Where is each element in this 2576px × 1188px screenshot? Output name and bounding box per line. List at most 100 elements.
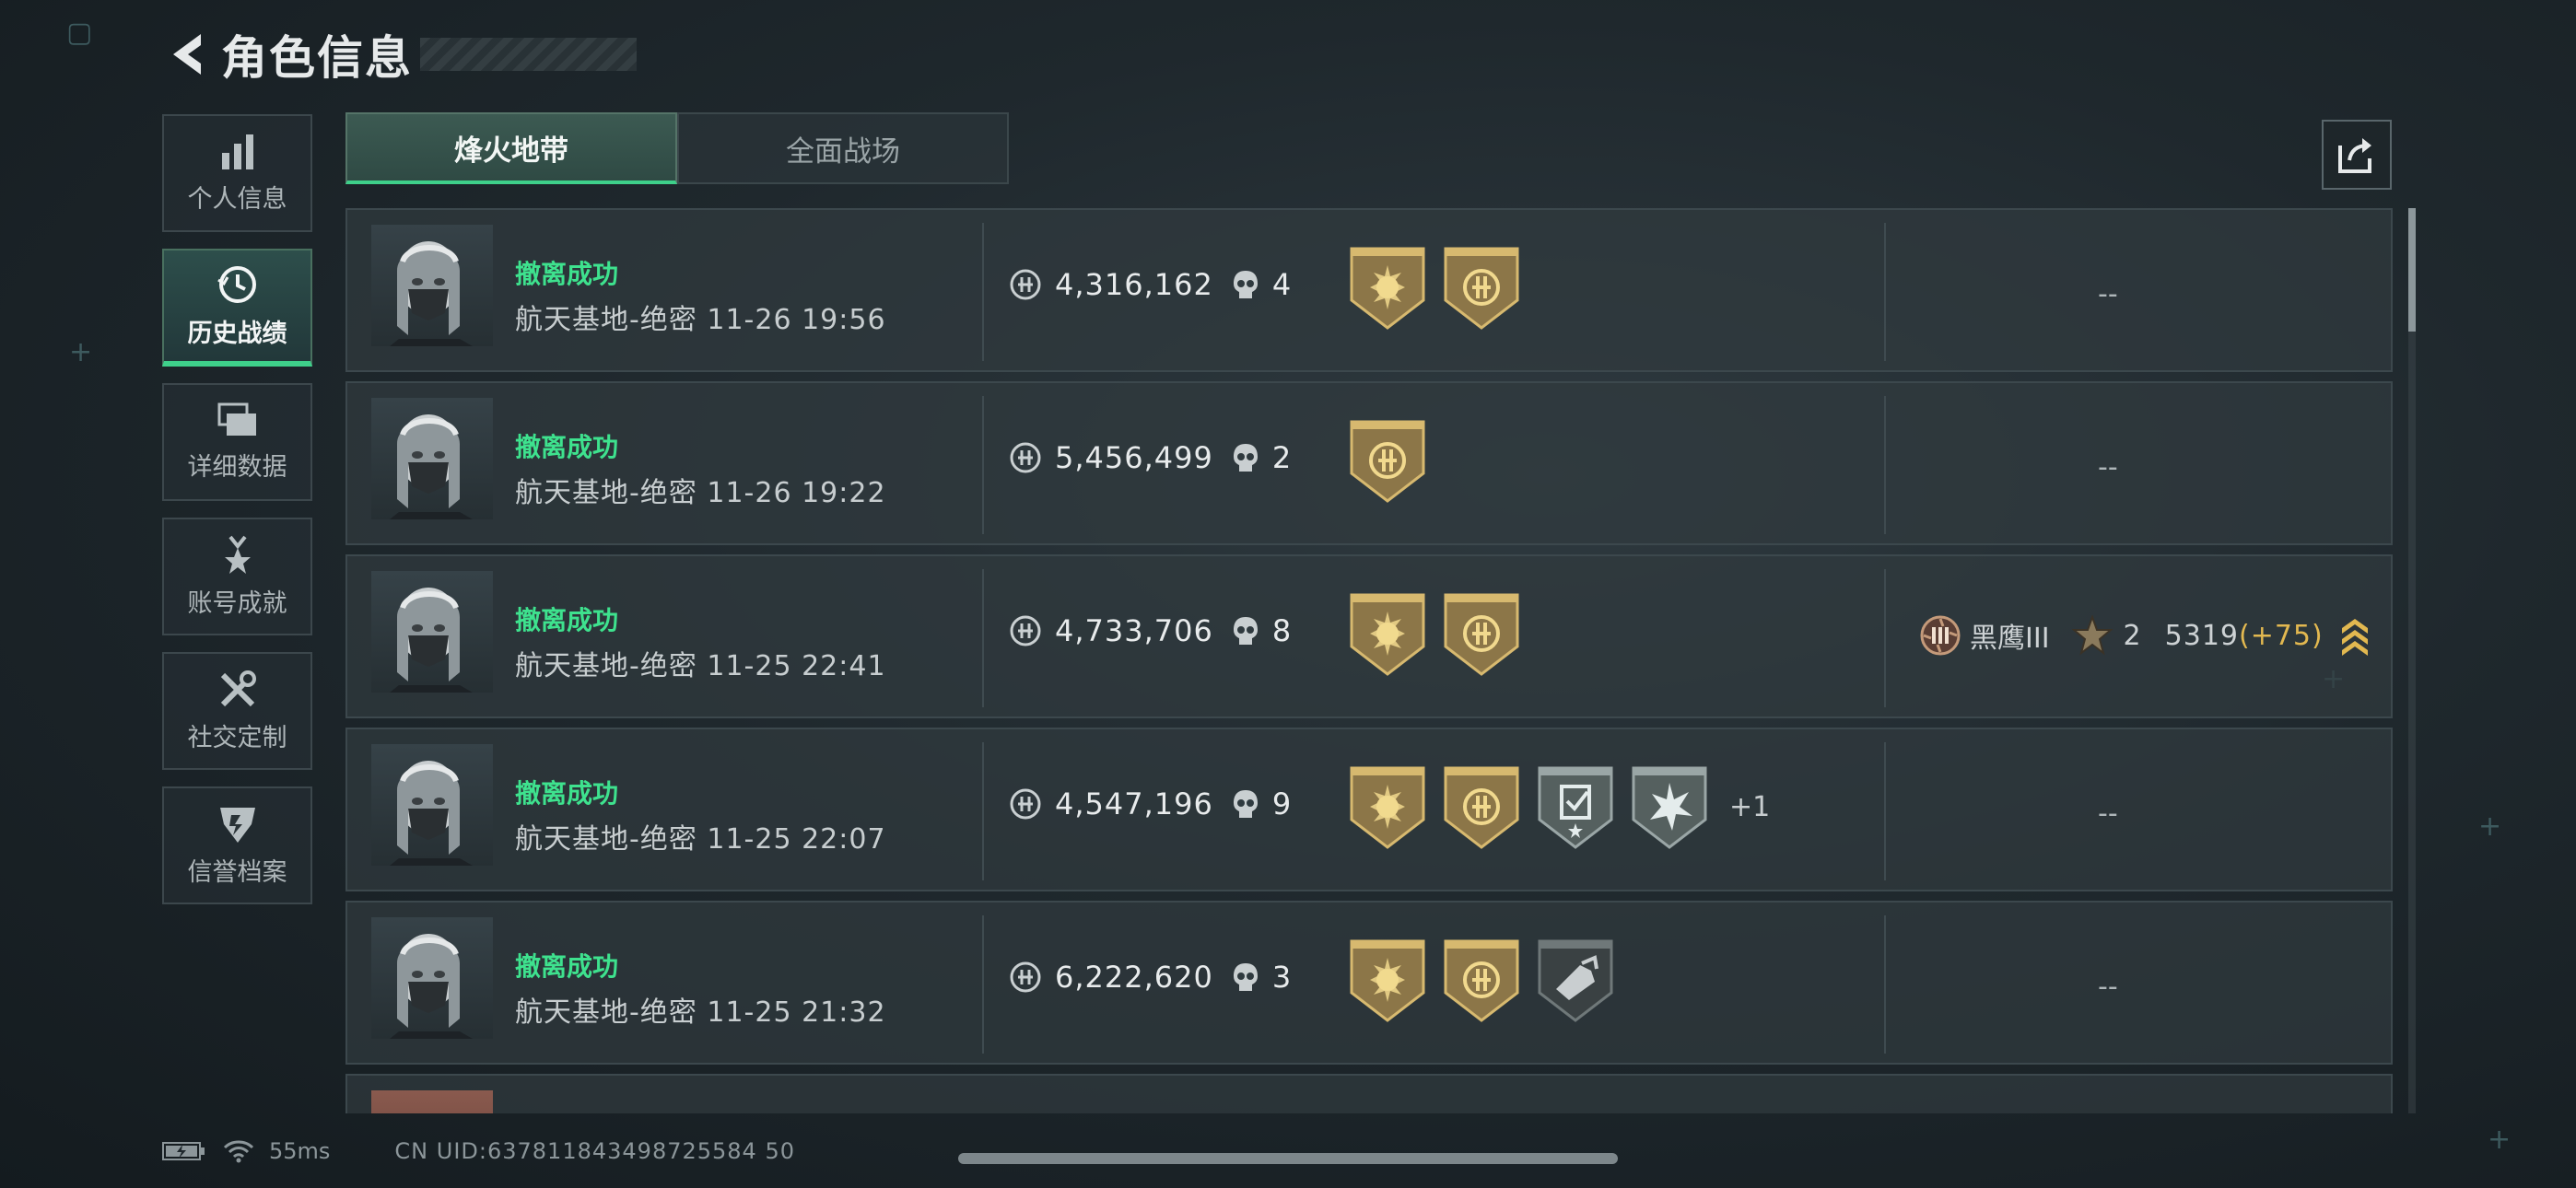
credit-shield-icon — [219, 807, 255, 843]
gold-emblem-badge-icon — [1444, 938, 1519, 1022]
sidebar-item-achievements[interactable]: 账号成就 — [162, 518, 312, 635]
sidebar-item-label: 详细数据 — [187, 452, 287, 482]
silver-burst-badge-icon — [1632, 764, 1707, 849]
star-icon — [2071, 615, 2113, 656]
kill-count: 4 — [1271, 267, 1292, 302]
rank-up-chevrons-icon — [2341, 619, 2368, 656]
list-item[interactable]: 撤离成功 航天基地-绝密 11-26 19:22 5,456,499 2 -- — [345, 381, 2393, 545]
gold-sun-badge-icon — [1350, 764, 1425, 849]
skull-icon — [1232, 961, 1259, 993]
sidebar-item-detail-data[interactable]: 详细数据 — [162, 383, 312, 501]
silver-clipboard-badge-icon — [1538, 764, 1613, 849]
page-header: 角色信息 — [162, 22, 637, 87]
gold-sun-badge-icon — [1350, 591, 1425, 676]
status-text: 撤离成功 — [515, 259, 619, 289]
coin-icon — [1009, 268, 1042, 301]
list-item[interactable]: 撤离成功 航天基地-绝密 11-25 21:32 6,222,620 3 -- — [345, 901, 2393, 1065]
kill-count: 8 — [1271, 613, 1292, 648]
gold-emblem-badge-icon — [1444, 591, 1519, 676]
mode-tabs: 烽火地带 全面战场 — [345, 112, 1009, 184]
avatar — [371, 225, 493, 346]
asset-value: 4,316,162 — [1055, 267, 1213, 302]
status-text: 撤离成功 — [515, 951, 619, 982]
gold-emblem-badge-icon — [1350, 418, 1425, 503]
badge-group: +1 — [1350, 764, 1770, 849]
badge-group — [1350, 418, 1444, 503]
map-time-text: 航天基地-绝密 11-25 22:41 — [515, 650, 886, 682]
avatar — [371, 398, 493, 519]
gold-sun-badge-icon — [1350, 245, 1425, 330]
sidebar-item-credit[interactable]: 信誉档案 — [162, 786, 312, 904]
rank-placeholder: -- — [2098, 971, 2118, 1003]
value-block: 6,222,620 3 — [1009, 960, 1291, 995]
coin-icon — [1009, 961, 1042, 994]
rank-emblem-icon — [1920, 615, 1961, 656]
divider — [1884, 223, 1886, 361]
match-history-list[interactable]: 撤离成功 航天基地-绝密 11-26 19:56 4,316,162 4 -- … — [345, 208, 2393, 1113]
tools-icon — [220, 670, 256, 706]
coin-icon — [1009, 441, 1042, 474]
map-time-text: 航天基地-绝密 11-26 19:22 — [515, 477, 886, 509]
bar-chart-icon — [221, 134, 253, 169]
data-cards-icon — [217, 402, 256, 436]
tab-full-battlefield[interactable]: 全面战场 — [677, 112, 1009, 184]
share-button[interactable] — [2322, 120, 2392, 190]
rank-score-delta: (+75) — [2239, 619, 2324, 652]
rank-placeholder: -- — [2098, 798, 2118, 830]
map-time-text: 航天基地-绝密 11-25 22:07 — [515, 823, 886, 856]
deco-plus-icon: + — [2478, 810, 2502, 843]
rank-score: 5319 — [2164, 619, 2239, 652]
home-indicator[interactable] — [958, 1153, 1618, 1164]
badge-group — [1350, 245, 1538, 330]
list-item[interactable]: 撤离成功 航天基地-绝密 11-26 19:56 4,316,162 4 -- — [345, 208, 2393, 372]
avatar — [371, 1090, 493, 1113]
value-block: 4,733,706 8 — [1009, 613, 1291, 648]
sidebar: 个人信息 历史战绩 详细数据 账号成就 社交定制 信誉档案 — [162, 114, 312, 921]
asset-value: 4,733,706 — [1055, 613, 1213, 648]
sidebar-item-history[interactable]: 历史战绩 — [162, 249, 312, 367]
sidebar-item-label: 社交定制 — [187, 723, 287, 752]
value-block: 4,547,196 9 — [1009, 786, 1291, 821]
kill-count: 3 — [1271, 960, 1292, 995]
divider — [1884, 396, 1886, 534]
tab-warzone[interactable]: 烽火地带 — [345, 112, 677, 184]
list-item[interactable]: 撤离成功 航天基地-绝密 11-25 22:07 4,547,196 9 +1 … — [345, 728, 2393, 891]
status-footer: 55ms CN UID:637811843498725584 50 — [162, 1138, 795, 1164]
page-title: 角色信息 — [221, 31, 413, 85]
sidebar-item-label: 个人信息 — [187, 184, 287, 214]
ping-text: 55ms — [269, 1138, 331, 1164]
divider — [982, 223, 984, 361]
skull-icon — [1232, 442, 1259, 473]
sidebar-item-personal-info[interactable]: 个人信息 — [162, 114, 312, 232]
sidebar-item-label: 历史战绩 — [187, 319, 287, 348]
kill-count: 9 — [1271, 786, 1292, 821]
history-clock-icon — [217, 265, 256, 303]
sidebar-item-label: 账号成就 — [187, 588, 287, 618]
uid-text: CN UID:637811843498725584 50 — [394, 1138, 795, 1164]
status-text: 撤离成功 — [515, 778, 619, 809]
sidebar-item-social[interactable]: 社交定制 — [162, 652, 312, 770]
badge-group — [1350, 938, 1632, 1022]
scroll-thumb[interactable] — [2408, 208, 2416, 332]
star-count: 2 — [2123, 619, 2141, 652]
wifi-icon — [223, 1140, 254, 1163]
divider — [1884, 742, 1886, 880]
list-item[interactable]: 撤离成功 航天基地-绝密 11-25 22:41 4,733,706 8 黑鹰I… — [345, 554, 2393, 718]
rank-block: 黑鹰III 2 5319 (+75) — [1918, 613, 2371, 658]
back-button[interactable] — [162, 29, 210, 80]
list-scrollbar[interactable] — [2408, 208, 2416, 1113]
divider — [1884, 915, 1886, 1054]
title-stripe-decoration — [420, 38, 637, 71]
dark-tool-badge-icon — [1538, 938, 1613, 1022]
coin-icon — [1009, 787, 1042, 821]
badge-group — [1350, 591, 1538, 676]
status-text: 撤离成功 — [515, 432, 619, 462]
gold-emblem-badge-icon — [1444, 245, 1519, 330]
list-item[interactable] — [345, 1074, 2393, 1113]
divider — [982, 569, 984, 707]
divider — [1884, 569, 1886, 707]
asset-value: 5,456,499 — [1055, 440, 1213, 475]
avatar — [371, 571, 493, 693]
divider — [982, 742, 984, 880]
deco-plus-icon: + — [69, 336, 93, 368]
